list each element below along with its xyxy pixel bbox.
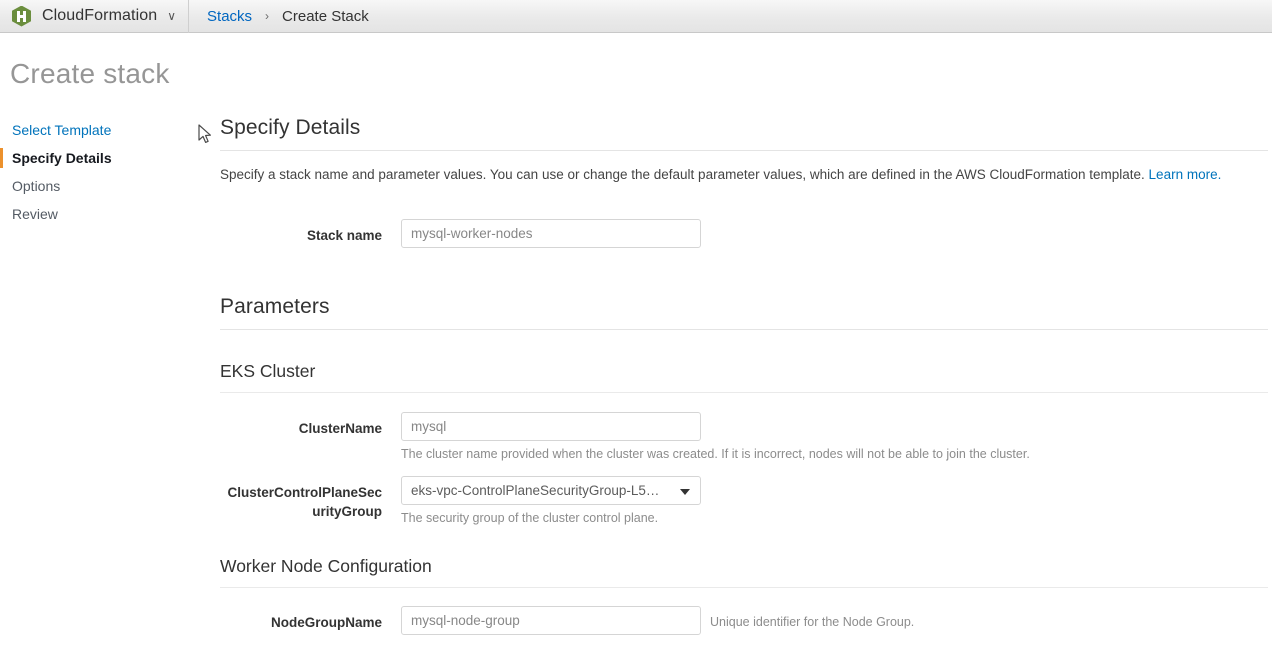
learn-more-link[interactable]: Learn more. [1149, 167, 1222, 182]
stack-name-field-wrap [401, 218, 701, 248]
form-row-control-plane-security-group: ClusterControlPlaneSecurityGroup eks-vpc… [220, 476, 1268, 526]
node-group-name-field-wrap: Unique identifier for the Node Group. [401, 606, 915, 636]
form-row-cluster-name: ClusterName The cluster name provided wh… [220, 411, 1268, 462]
service-menu[interactable]: CloudFormation ∨ [0, 0, 190, 33]
node-group-name-label: NodeGroupName [270, 615, 382, 631]
parameters-divider [220, 328, 1268, 330]
group-title-worker-node-configuration: Worker Node Configuration [220, 556, 432, 577]
group-title-eks-cluster: EKS Cluster [220, 360, 316, 381]
group-worker-node-configuration: Worker Node Configuration NodeGroupName … [220, 556, 1268, 636]
section-divider [220, 150, 1268, 151]
sidebar-item-select-template[interactable]: Select Template [0, 116, 200, 144]
control-plane-security-group-help-text: The security group of the cluster contro… [401, 511, 659, 526]
group-eks-cluster: EKS Cluster ClusterName The cluster name… [220, 361, 1268, 527]
form-row-stack-name: Stack name [220, 218, 1268, 248]
node-group-name-help-text: Unique identifier for the Node Group. [710, 615, 915, 630]
breadcrumb-current-create-stack: Create Stack [282, 7, 369, 25]
top-navigation-bar: CloudFormation ∨ Stacks › Create Stack [0, 0, 1272, 33]
sidebar-item-specify-details[interactable]: Specify Details [0, 144, 200, 172]
page-title: Create stack [10, 58, 170, 89]
cluster-name-field-wrap: The cluster name provided when the clust… [401, 411, 1030, 462]
cluster-name-help-text: The cluster name provided when the clust… [401, 446, 1030, 461]
control-plane-security-group-select[interactable]: eks-vpc-ControlPlaneSecurityGroup-L5… [401, 476, 701, 506]
section-title-specify-details: Specify Details [220, 116, 361, 139]
stack-name-label: Stack name [306, 227, 382, 243]
chevron-down-icon[interactable] [680, 489, 690, 496]
sidebar-item-review[interactable]: Review [0, 200, 200, 228]
section-description-text: Specify a stack name and parameter value… [220, 167, 1149, 182]
cluster-name-input[interactable] [401, 411, 701, 441]
form-row-node-group-name: NodeGroupName Unique identifier for the … [220, 606, 1268, 636]
wizard-sidebar: Select Template Specify Details Options … [0, 116, 200, 228]
main-content: Specify Details Specify a stack name and… [220, 116, 1268, 636]
group-divider-eks-cluster [220, 391, 1268, 393]
service-name-label: CloudFormation [42, 7, 158, 24]
control-plane-security-group-selected-value: eks-vpc-ControlPlaneSecurityGroup-L5… [411, 483, 660, 499]
stack-name-input[interactable] [401, 218, 701, 248]
node-group-name-input[interactable] [401, 606, 701, 636]
section-description: Specify a stack name and parameter value… [220, 166, 1268, 185]
cloudformation-icon [12, 5, 31, 27]
chevron-down-icon[interactable]: ∨ [167, 10, 176, 22]
sidebar-item-options[interactable]: Options [0, 172, 200, 200]
control-plane-security-group-label: ClusterControlPlaneSecurityGroup [227, 485, 382, 520]
mouse-cursor-icon [198, 124, 211, 143]
breadcrumb-link-stacks[interactable]: Stacks [207, 8, 252, 25]
breadcrumb-separator-icon: › [265, 9, 270, 23]
control-plane-security-group-field-wrap: eks-vpc-ControlPlaneSecurityGroup-L5… Th… [401, 476, 701, 526]
cluster-name-label: ClusterName [298, 420, 382, 436]
breadcrumb: Stacks › Create Stack [189, 8, 369, 25]
parameters-section: Parameters [220, 295, 1268, 330]
group-divider-worker-node-configuration [220, 587, 1268, 589]
parameters-title: Parameters [220, 294, 330, 318]
